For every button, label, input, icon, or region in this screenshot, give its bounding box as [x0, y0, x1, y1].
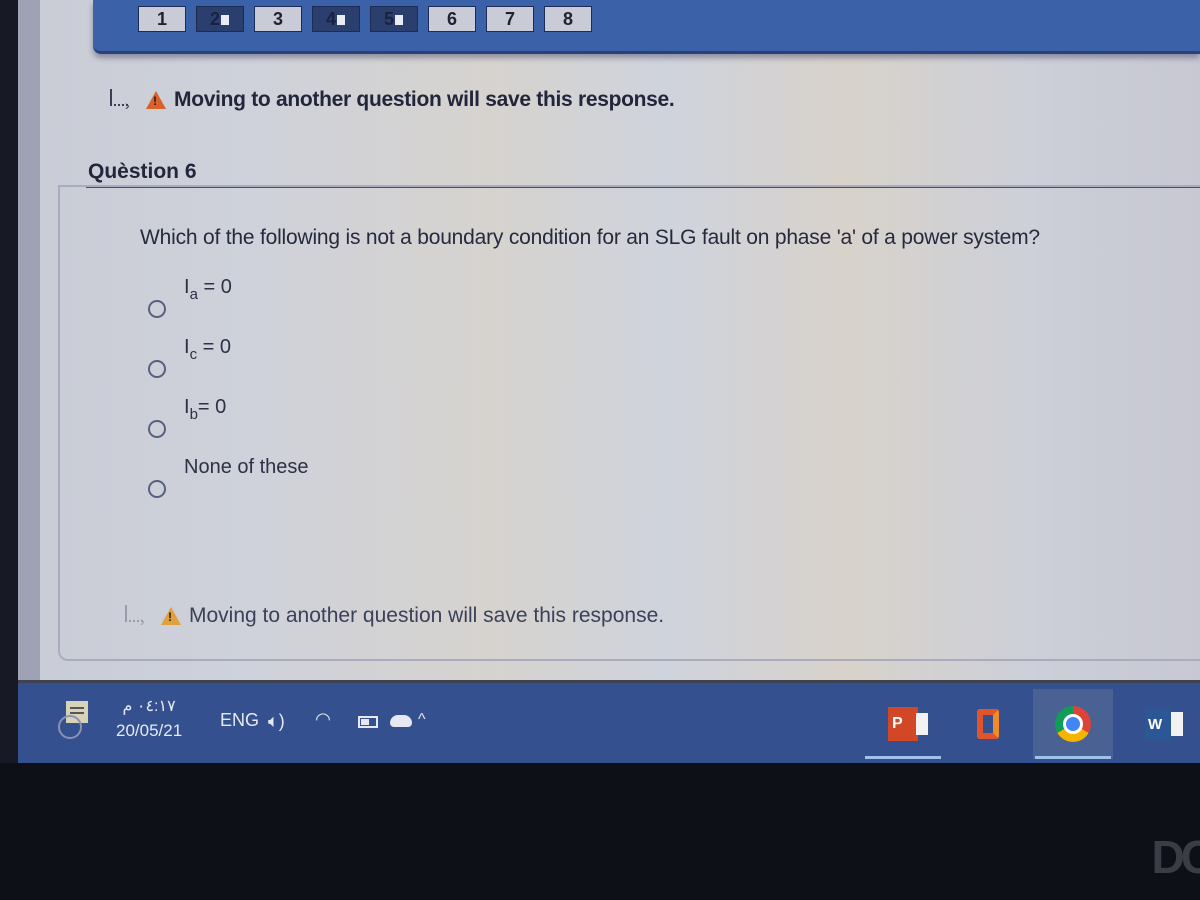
taskbar-app-powerpoint[interactable]: P	[863, 689, 943, 759]
system-clock[interactable]: ٠٤:١٧ م 20/05/21	[116, 695, 182, 743]
volume-icon[interactable]: 🔈︎)	[268, 711, 285, 732]
notification-center-icon[interactable]	[58, 701, 88, 741]
return-arrow-icon: ›	[108, 89, 138, 112]
wifi-icon[interactable]: ◜◝	[316, 709, 330, 730]
answer-option-ib[interactable]: Ib= 0	[148, 396, 309, 456]
question-nav-button-6[interactable]: 6	[428, 6, 476, 32]
screen: 1 2 3 4 5 6 7 8 › Moving to another ques…	[0, 0, 1200, 768]
save-notice-text: Moving to another question will save thi…	[174, 88, 675, 111]
question-text: Which of the following is not a boundary…	[140, 226, 1040, 249]
show-hidden-icons-chevron-icon[interactable]: ^	[418, 711, 426, 729]
monitor-bezel-bottom	[0, 763, 1200, 900]
clock-date: 20/05/21	[116, 721, 183, 740]
option-label: None of these	[184, 456, 309, 478]
warning-icon	[146, 91, 166, 109]
option-label: Ia = 0	[184, 276, 232, 303]
save-notice-top: › Moving to another question will save t…	[108, 88, 675, 112]
answered-flag-icon	[337, 15, 345, 25]
save-notice-text: Moving to another question will save thi…	[189, 604, 665, 627]
radio-button[interactable]	[148, 480, 166, 498]
word-icon: W	[1145, 709, 1183, 739]
taskbar-app-word[interactable]: W	[1118, 689, 1198, 759]
quiz-page: 1 2 3 4 5 6 7 8 › Moving to another ques…	[18, 0, 1200, 680]
chrome-icon	[1055, 706, 1091, 742]
answered-flag-icon	[221, 15, 229, 25]
question-title: Quèstion 6	[88, 160, 197, 183]
language-indicator[interactable]: ENG	[220, 710, 259, 731]
answer-option-none[interactable]: None of these	[148, 456, 309, 516]
question-nav-button-2[interactable]: 2	[196, 6, 244, 32]
question-navigation-panel: 1 2 3 4 5 6 7 8	[93, 0, 1200, 54]
office-icon	[977, 709, 999, 739]
answer-option-ia[interactable]: Ia = 0	[148, 276, 309, 336]
answer-option-ic[interactable]: Ic = 0	[148, 336, 309, 396]
radio-button[interactable]	[148, 360, 166, 378]
answer-options: Ia = 0 Ic = 0 Ib= 0 None of these	[148, 276, 309, 516]
option-label: Ic = 0	[184, 336, 231, 363]
taskbar-app-chrome[interactable]	[1033, 689, 1113, 759]
page-gutter	[18, 0, 40, 680]
battery-icon[interactable]	[358, 716, 378, 728]
return-arrow-icon: ›	[123, 605, 153, 628]
option-label: Ib= 0	[184, 396, 227, 423]
answered-flag-icon	[395, 15, 403, 25]
laptop-brand-logo: DC	[1151, 831, 1200, 883]
powerpoint-icon: P	[888, 707, 928, 741]
clock-time: ٠٤:١٧ م	[122, 698, 176, 715]
monitor-bezel	[0, 0, 18, 768]
question-navigation: 1 2 3 4 5 6 7 8	[138, 6, 592, 32]
save-notice-bottom: › Moving to another question will save t…	[123, 604, 664, 628]
radio-button[interactable]	[148, 420, 166, 438]
taskbar-app-office[interactable]	[948, 689, 1028, 759]
question-nav-button-3[interactable]: 3	[254, 6, 302, 32]
onedrive-cloud-icon[interactable]	[390, 715, 412, 727]
question-nav-button-1[interactable]: 1	[138, 6, 186, 32]
question-nav-button-7[interactable]: 7	[486, 6, 534, 32]
radio-button[interactable]	[148, 300, 166, 318]
windows-taskbar: ٠٤:١٧ م 20/05/21 ENG 🔈︎) ◜◝ ^ P W	[18, 683, 1200, 763]
warning-icon	[161, 607, 181, 625]
question-nav-button-4[interactable]: 4	[312, 6, 360, 32]
question-nav-button-5[interactable]: 5	[370, 6, 418, 32]
question-nav-button-8[interactable]: 8	[544, 6, 592, 32]
